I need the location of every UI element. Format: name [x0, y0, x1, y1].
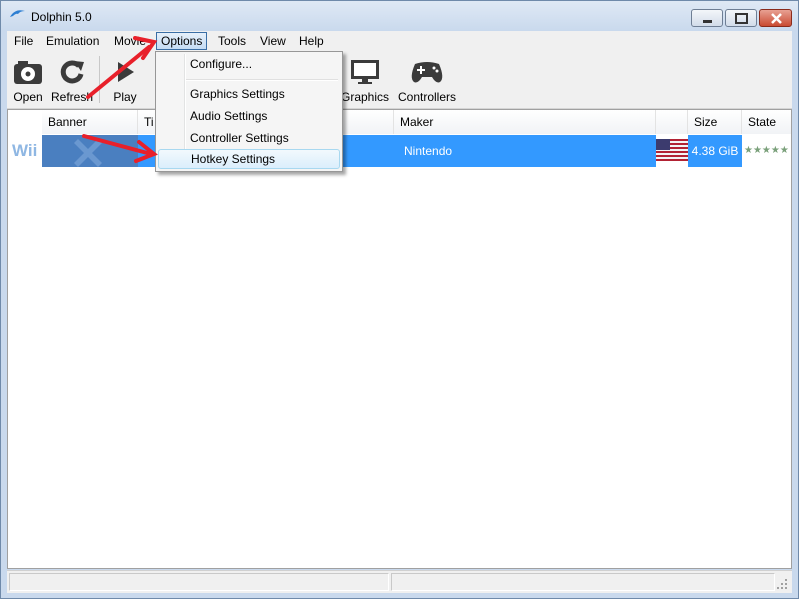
us-flag-icon	[656, 139, 688, 161]
state-stars: ★★★★★	[744, 145, 789, 156]
menu-movie[interactable]: Movie	[110, 33, 150, 49]
close-button[interactable]	[759, 9, 792, 27]
refresh-button[interactable]: Refresh	[49, 55, 95, 107]
maker-cell: Nintendo	[404, 144, 453, 158]
status-bar	[7, 570, 792, 593]
controllers-button[interactable]: Controllers	[395, 55, 459, 107]
toolbar-separator	[99, 56, 100, 103]
close-icon	[771, 13, 782, 24]
column-banner[interactable]: Banner	[42, 110, 138, 134]
status-pane-right	[391, 573, 775, 591]
open-disc-icon	[14, 61, 42, 84]
open-label: Open	[13, 90, 43, 104]
title-bar[interactable]: Dolphin 5.0	[1, 1, 798, 31]
selected-row-highlight: Nintendo	[42, 135, 656, 167]
menu-separator	[186, 79, 338, 81]
maximize-icon	[735, 13, 748, 24]
menu-item-hotkey-settings[interactable]: Hotkey Settings	[158, 149, 340, 169]
play-icon	[118, 62, 134, 82]
menu-options[interactable]: Options	[156, 32, 208, 50]
menu-item-graphics-settings[interactable]: Graphics Settings	[158, 84, 340, 104]
menu-item-configure[interactable]: Configure...	[158, 54, 340, 74]
play-button[interactable]: Play	[107, 55, 143, 107]
menu-file[interactable]: File	[10, 33, 37, 49]
refresh-icon	[60, 60, 84, 84]
toolbar: Open Refresh Play Graphics Controllers	[7, 51, 792, 109]
column-maker[interactable]: Maker	[394, 110, 656, 134]
window-title: Dolphin 5.0	[31, 10, 92, 24]
minimize-button[interactable]	[691, 9, 723, 27]
column-state[interactable]: State	[742, 110, 791, 134]
graphics-button[interactable]: Graphics	[340, 55, 390, 107]
maximize-button[interactable]	[725, 9, 757, 27]
menu-help[interactable]: Help	[295, 33, 328, 49]
column-size[interactable]: Size	[688, 110, 742, 134]
status-pane-left	[9, 573, 389, 591]
resize-grip-icon[interactable]	[777, 579, 789, 591]
controllers-label: Controllers	[397, 90, 457, 104]
platform-label: Wii	[12, 141, 38, 160]
play-label: Play	[113, 90, 137, 104]
dolphin-window: Dolphin 5.0 File Emulation Movie Options…	[0, 0, 799, 599]
menu-view[interactable]: View	[256, 33, 290, 49]
size-cell: 4.38 GiB	[688, 135, 742, 167]
gamepad-icon	[411, 62, 443, 83]
options-dropdown-menu: Configure... Graphics Settings Audio Set…	[155, 51, 343, 172]
menu-bar: File Emulation Movie Options Tools View …	[7, 31, 792, 51]
game-list[interactable]: Banner Ti Maker Size State Wii Nintendo …	[7, 109, 792, 569]
dolphin-icon	[10, 10, 25, 17]
menu-item-audio-settings[interactable]: Audio Settings	[158, 106, 340, 126]
column-region[interactable]	[656, 110, 688, 134]
monitor-icon	[351, 60, 379, 84]
menu-emulation[interactable]: Emulation	[42, 33, 103, 49]
open-button[interactable]: Open	[9, 55, 47, 107]
minimize-icon	[703, 20, 712, 23]
menu-item-controller-settings[interactable]: Controller Settings	[158, 128, 340, 148]
banner-image	[42, 135, 138, 167]
refresh-label: Refresh	[50, 90, 94, 104]
table-row[interactable]: Wii Nintendo 4.38 GiB ★★★★★	[8, 135, 791, 167]
menu-tools[interactable]: Tools	[214, 33, 250, 49]
graphics-label: Graphics	[340, 90, 390, 104]
